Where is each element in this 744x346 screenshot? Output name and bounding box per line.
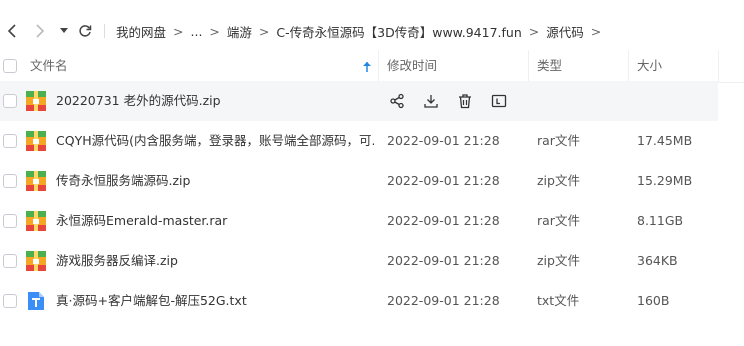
file-list-header: 文件名 修改时间 类型 大小 bbox=[0, 50, 744, 83]
file-type: txt文件 bbox=[537, 293, 580, 308]
row-checkbox[interactable] bbox=[3, 214, 17, 228]
zip-archive-icon bbox=[26, 211, 46, 231]
file-size: 160B bbox=[637, 293, 670, 308]
refresh-icon[interactable] bbox=[76, 20, 94, 42]
row-checkbox[interactable] bbox=[3, 94, 17, 108]
file-row[interactable]: 游戏服务器反编译.zip 2022-09-01 21:28 zip文件 364K… bbox=[0, 241, 718, 281]
file-row[interactable]: 永恒源码Emerald-master.rar 2022-09-01 21:28 … bbox=[0, 201, 718, 241]
file-size: 15.29MB bbox=[637, 173, 693, 188]
zip-archive-icon bbox=[26, 171, 46, 191]
share-icon[interactable] bbox=[387, 91, 407, 111]
history-dropdown-icon[interactable] bbox=[58, 20, 70, 42]
file-type: rar文件 bbox=[537, 133, 580, 148]
file-name[interactable]: 真·源码+客户端解包-解压52G.txt bbox=[56, 281, 374, 321]
file-size: 8.11GB bbox=[637, 213, 684, 228]
file-modified: 2022-09-01 21:28 bbox=[387, 173, 500, 188]
file-size: 17.45MB bbox=[637, 133, 693, 148]
column-divider[interactable] bbox=[628, 50, 629, 82]
breadcrumb-separator-icon: > bbox=[528, 23, 540, 39]
row-checkbox[interactable] bbox=[3, 294, 17, 308]
file-name[interactable]: 传奇永恒服务端源码.zip bbox=[56, 161, 374, 201]
column-divider[interactable] bbox=[718, 50, 719, 82]
file-name[interactable]: CQYH源代码(内含服务端，登录器，账号端全部源码，可... bbox=[56, 121, 374, 161]
breadcrumb-separator-icon: > bbox=[590, 23, 602, 39]
file-row[interactable]: CQYH源代码(内含服务端，登录器，账号端全部源码，可... 2022-09-0… bbox=[0, 121, 718, 161]
file-name[interactable]: 永恒源码Emerald-master.rar bbox=[56, 201, 374, 241]
zip-archive-icon bbox=[26, 131, 46, 151]
download-icon[interactable] bbox=[421, 91, 441, 111]
file-modified: 2022-09-01 21:28 bbox=[387, 213, 500, 228]
file-row[interactable]: 真·源码+客户端解包-解压52G.txt 2022-09-01 21:28 tx… bbox=[0, 281, 718, 321]
file-type: zip文件 bbox=[537, 253, 580, 268]
column-divider[interactable] bbox=[378, 50, 379, 82]
rename-icon[interactable] bbox=[489, 91, 509, 111]
file-row[interactable]: 20220731 老外的源代码.zip bbox=[0, 81, 718, 121]
breadcrumb-item-duanyou[interactable]: 端游 bbox=[227, 22, 252, 41]
breadcrumb-item-current[interactable]: 源代码 bbox=[546, 22, 584, 41]
zip-archive-icon bbox=[26, 251, 46, 271]
row-checkbox[interactable] bbox=[3, 174, 17, 188]
column-header-modified[interactable]: 修改时间 bbox=[387, 50, 437, 82]
breadcrumb-separator-icon: > bbox=[209, 23, 220, 39]
breadcrumb-separator-icon: > bbox=[258, 23, 270, 39]
file-type: zip文件 bbox=[537, 173, 580, 188]
forward-icon[interactable] bbox=[32, 20, 48, 42]
row-checkbox[interactable] bbox=[3, 254, 17, 268]
file-name[interactable]: 游戏服务器反编译.zip bbox=[56, 241, 374, 281]
breadcrumb-item-root[interactable]: 我的网盘 bbox=[116, 22, 166, 41]
column-header-size[interactable]: 大小 bbox=[637, 50, 662, 82]
select-all-checkbox[interactable] bbox=[3, 59, 17, 73]
sort-ascending-icon[interactable] bbox=[362, 50, 372, 82]
breadcrumb-separator-icon: > bbox=[173, 23, 184, 39]
file-type: rar文件 bbox=[537, 213, 580, 228]
column-header-name[interactable]: 文件名 bbox=[30, 50, 68, 82]
text-file-icon bbox=[28, 292, 44, 310]
zip-archive-icon bbox=[26, 91, 46, 111]
delete-icon[interactable] bbox=[455, 91, 475, 111]
breadcrumb: 我的网盘 > ... > 端游 > C-传奇永恒源码【3D传奇】www.9417… bbox=[116, 20, 608, 42]
row-checkbox[interactable] bbox=[3, 134, 17, 148]
breadcrumb-item-project[interactable]: C-传奇永恒源码【3D传奇】www.9417.fun bbox=[276, 22, 521, 41]
column-divider[interactable] bbox=[528, 50, 529, 82]
column-header-type[interactable]: 类型 bbox=[537, 50, 562, 82]
row-actions bbox=[387, 81, 523, 121]
file-name[interactable]: 20220731 老外的源代码.zip bbox=[56, 81, 376, 121]
file-modified: 2022-09-01 21:28 bbox=[387, 133, 500, 148]
back-icon[interactable] bbox=[4, 20, 20, 42]
file-row[interactable]: 传奇永恒服务端源码.zip 2022-09-01 21:28 zip文件 15.… bbox=[0, 161, 718, 201]
file-size: 364KB bbox=[637, 253, 678, 268]
breadcrumb-item-ellipsis[interactable]: ... bbox=[191, 24, 203, 39]
file-modified: 2022-09-01 21:28 bbox=[387, 293, 500, 308]
file-modified: 2022-09-01 21:28 bbox=[387, 253, 500, 268]
nav-divider bbox=[104, 24, 105, 38]
